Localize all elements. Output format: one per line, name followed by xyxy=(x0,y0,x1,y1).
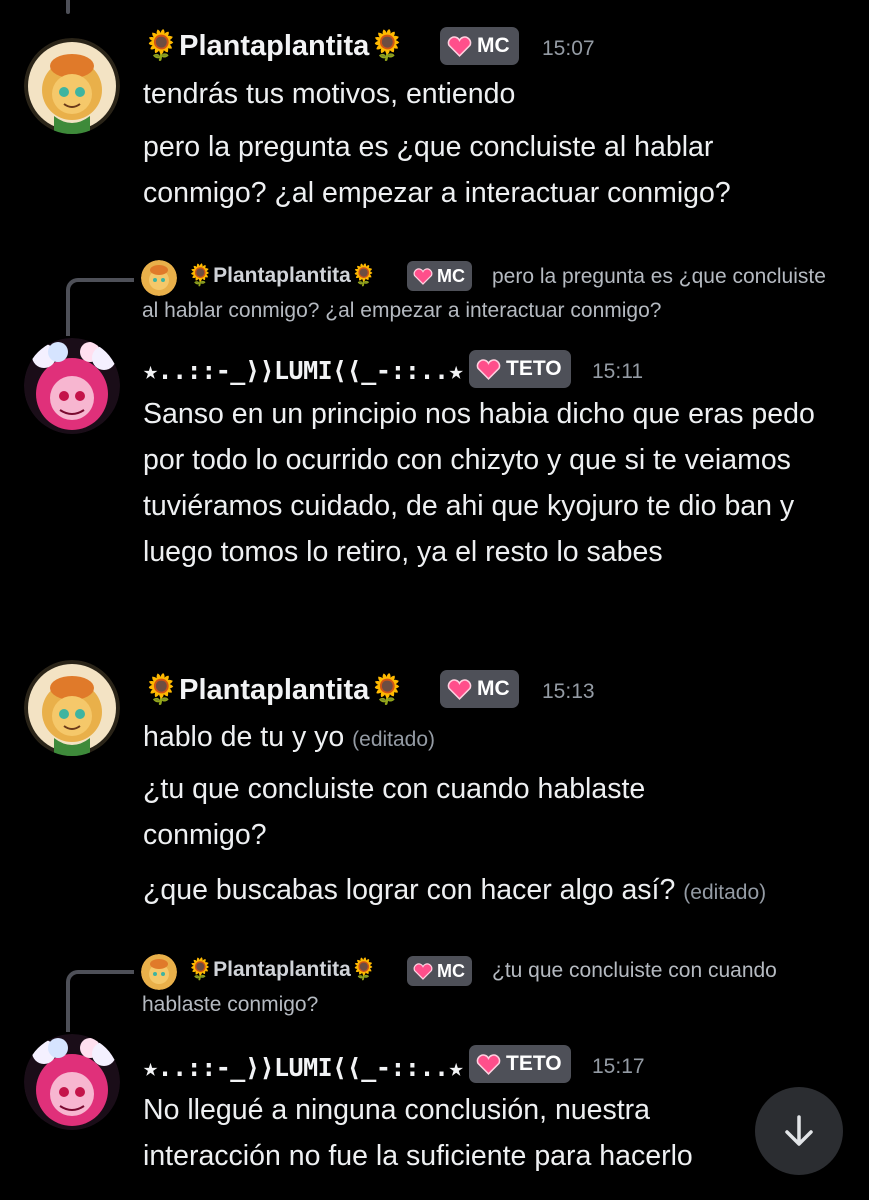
heart-icon xyxy=(476,1053,501,1075)
edited-label: (editado) xyxy=(352,728,436,751)
arrow-down-icon xyxy=(785,1115,813,1146)
timestamp[interactable]: 15:13 xyxy=(542,677,595,707)
role-badge[interactable]: MC xyxy=(440,670,519,708)
message-text: ¿que buscabas lograr con hacer algo así?… xyxy=(143,867,843,916)
badge-label: MC xyxy=(477,34,510,57)
message-text: ¿tu que concluiste con cuando hablaste c… xyxy=(143,773,646,851)
reply-connector xyxy=(66,278,134,336)
message-text: Sanso en un principio nos habia dicho qu… xyxy=(143,398,815,568)
badge-label: MC xyxy=(477,677,510,700)
avatar-plantaplantita[interactable] xyxy=(24,38,120,134)
timestamp[interactable]: 15:07 xyxy=(542,34,595,64)
reply-connector xyxy=(66,0,70,14)
username[interactable]: 🌻Plantaplantita🌻 xyxy=(143,28,405,64)
reply-preview-text[interactable]: pero la pregunta es ¿que concluiste al h… xyxy=(142,260,842,328)
message-text: hablo de tu y yo (editado) xyxy=(143,714,843,763)
avatar-plantaplantita[interactable] xyxy=(24,660,120,756)
username[interactable]: ★..::-_⟩⟩LUMI⟨⟨_-::..★ xyxy=(143,1050,464,1086)
message-text: No llegué a ninguna conclusión, nuestra … xyxy=(143,1094,693,1172)
chat-view: 🌻Plantaplantita🌻 MC 15:07 tendrás tus mo… xyxy=(0,0,869,1200)
role-badge[interactable]: TETO xyxy=(469,1045,571,1083)
message-line: ¿que buscabas lograr con hacer algo así? xyxy=(143,874,676,906)
role-badge[interactable]: TETO xyxy=(469,350,571,388)
badge-label: TETO xyxy=(506,357,562,380)
reply-connector xyxy=(66,970,134,1032)
username[interactable]: ★..::-_⟩⟩LUMI⟨⟨_-::..★ xyxy=(143,353,464,389)
heart-icon xyxy=(447,35,472,57)
message-line: hablo de tu y yo xyxy=(143,721,345,753)
heart-icon xyxy=(476,358,501,380)
timestamp[interactable]: 15:11 xyxy=(592,357,643,387)
avatar-lumi[interactable] xyxy=(24,1034,120,1130)
reply-preview-text[interactable]: ¿tu que concluiste con cuando hablaste c… xyxy=(142,954,822,1022)
badge-label: TETO xyxy=(506,1052,562,1075)
username[interactable]: 🌻Plantaplantita🌻 xyxy=(143,672,405,708)
role-badge[interactable]: MC xyxy=(440,27,519,65)
heart-icon xyxy=(447,678,472,700)
edited-label: (editado) xyxy=(683,881,767,904)
message-text: tendrás tus motivos, entiendo xyxy=(143,78,516,110)
timestamp[interactable]: 15:17 xyxy=(592,1052,645,1082)
scroll-to-bottom-button[interactable] xyxy=(755,1087,843,1175)
message-text: pero la pregunta es ¿que concluiste al h… xyxy=(143,131,731,209)
avatar-lumi[interactable] xyxy=(24,338,120,434)
